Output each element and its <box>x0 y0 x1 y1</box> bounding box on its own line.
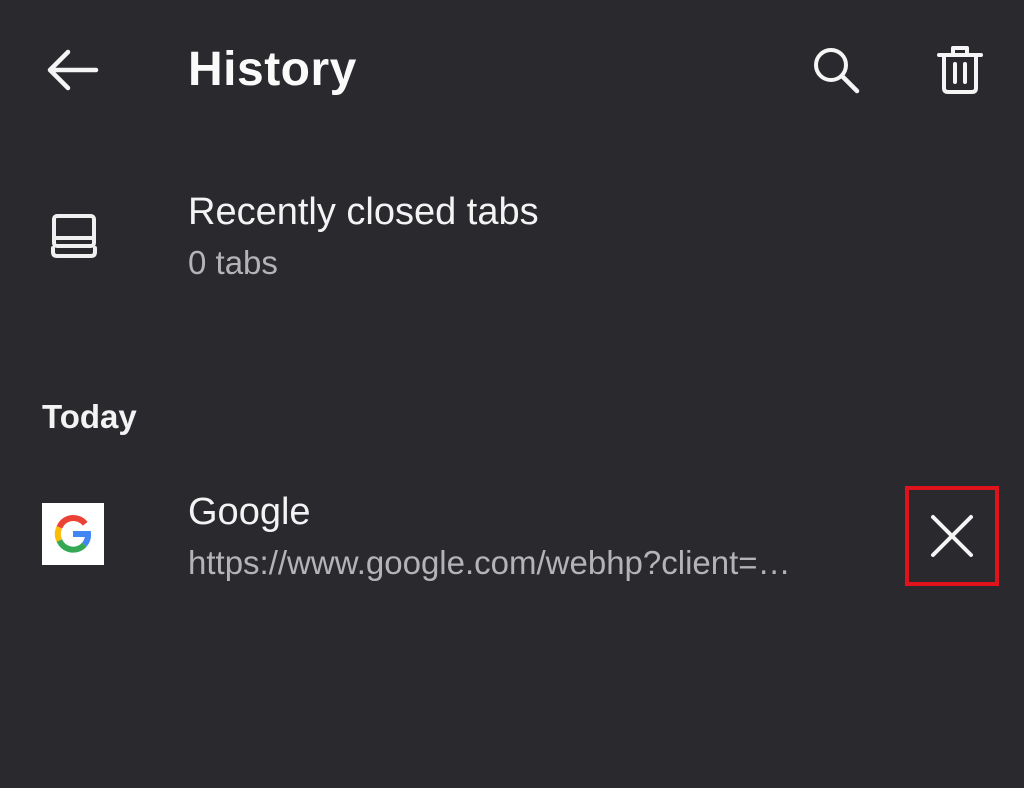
remove-history-item-button[interactable] <box>905 486 999 586</box>
trash-icon <box>936 44 984 96</box>
recently-closed-tabs-label: Recently closed tabs <box>188 191 539 233</box>
top-app-bar: History <box>0 0 1024 140</box>
tabs-icon <box>44 208 104 264</box>
recently-closed-tabs-row[interactable]: Recently closed tabs 0 tabs <box>0 178 1024 298</box>
google-g-icon <box>42 503 104 565</box>
history-item-title: Google <box>188 491 311 533</box>
search-icon <box>810 44 862 96</box>
page-title: History <box>188 43 357 96</box>
history-item-url: https://www.google.com/webhp?client=… <box>188 544 791 581</box>
arrow-left-icon <box>44 48 100 92</box>
close-icon <box>928 512 976 560</box>
search-button[interactable] <box>802 36 870 104</box>
section-header-today: Today <box>42 398 137 435</box>
history-item[interactable]: Google https://www.google.com/webhp?clie… <box>0 478 1024 598</box>
back-button[interactable] <box>38 38 106 102</box>
recently-closed-tabs-count: 0 tabs <box>188 244 278 281</box>
delete-history-button[interactable] <box>926 36 994 104</box>
